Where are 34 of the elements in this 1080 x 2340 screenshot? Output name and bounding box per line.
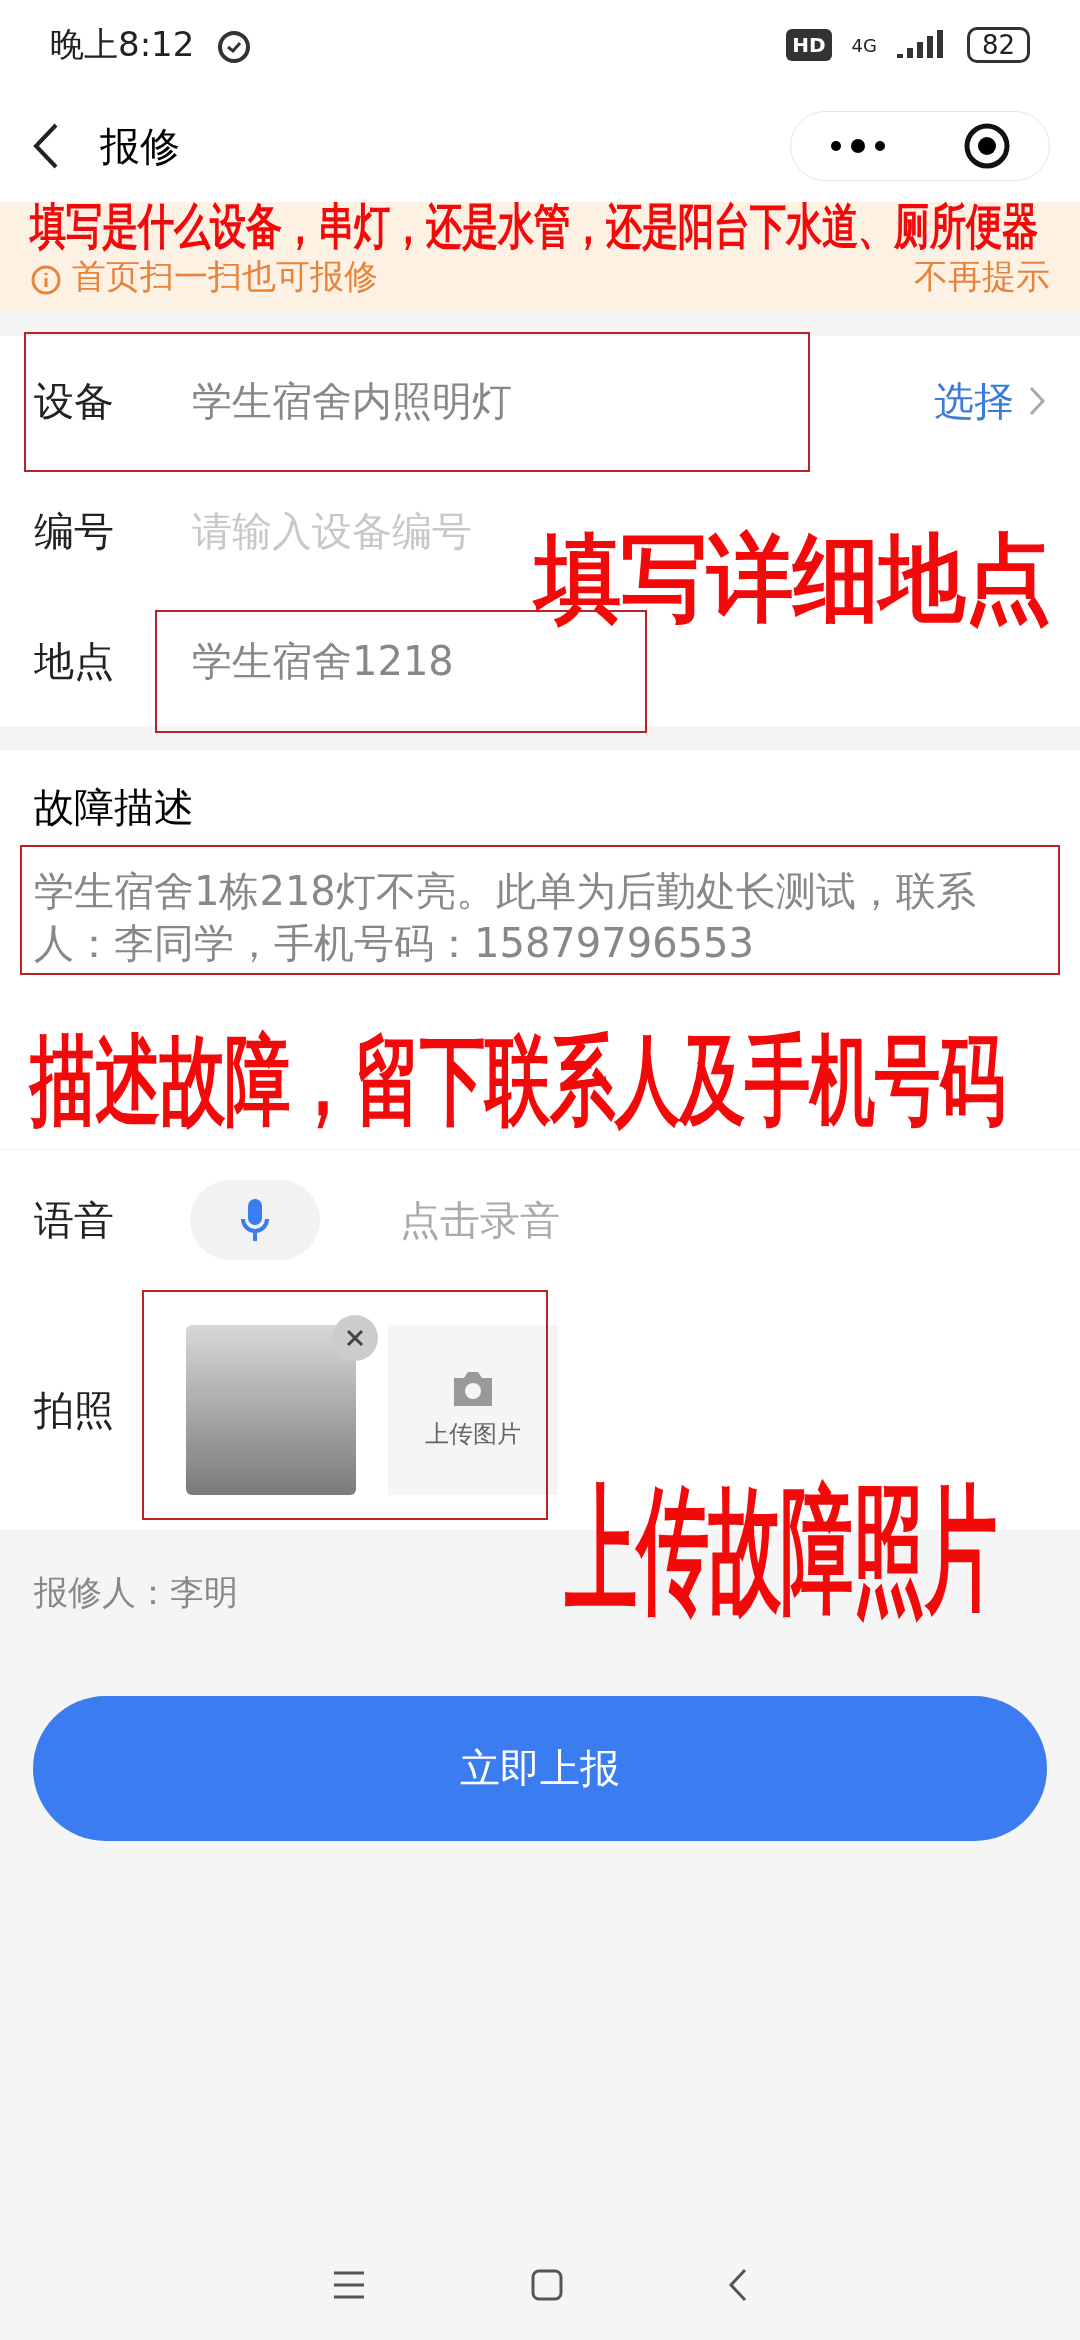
- field-label: 地点: [34, 636, 115, 686]
- close-icon: [345, 1328, 365, 1348]
- input-field[interactable]: 学生宿舍1218: [190, 637, 1046, 685]
- more-icon[interactable]: [828, 138, 888, 154]
- hd-icon: HD: [786, 29, 832, 61]
- select-button[interactable]: 选择: [934, 373, 1046, 429]
- close-button[interactable]: [332, 1315, 378, 1361]
- page-title: 报修: [100, 121, 180, 171]
- upload-button[interactable]: 上传图片: [388, 1325, 558, 1495]
- chevron-icon: [1028, 385, 1046, 417]
- info-icon: [30, 264, 62, 296]
- description-field[interactable]: 学生宿舍1栋218灯不亮。此单为后勤处长测试，联系人：李同学，手机号码：15879796553: [34, 865, 1046, 969]
- field-label: 拍照: [34, 1385, 115, 1435]
- home-icon[interactable]: [530, 2268, 564, 2302]
- annotation-text: 上传故障照片: [565, 1468, 997, 1632]
- status-time: 晚上8:12: [50, 23, 195, 66]
- annotation-text: 描述故障，留下联系人及手机号码: [30, 1023, 1005, 1139]
- field-label: 设备: [34, 376, 115, 426]
- notice-text: 首页扫一扫也可报修: [72, 255, 378, 298]
- target-icon[interactable]: [962, 121, 1012, 171]
- network-label: 4G: [851, 34, 877, 56]
- annotation-text: 填写是什么设备，串灯，还是水管，还是阳台下水道、厕所便器: [30, 197, 1038, 256]
- battery-icon: 82: [966, 27, 1030, 63]
- dismiss-link[interactable]: 不再提示: [914, 254, 1050, 300]
- field-label: 故障描述: [34, 784, 194, 830]
- field-label: 编号: [34, 506, 115, 556]
- microphone-icon: [240, 1197, 270, 1243]
- back-icon[interactable]: [728, 2268, 748, 2302]
- menu-icon[interactable]: [332, 2270, 366, 2300]
- input-field[interactable]: 学生宿舍内照明灯: [190, 377, 934, 425]
- reporter-text: 报修人：李明: [34, 1572, 238, 1612]
- field-label: 语音: [34, 1195, 115, 1245]
- submit-button[interactable]: 立即上报: [33, 1696, 1047, 1841]
- record-hint: 点击录音: [400, 1195, 560, 1245]
